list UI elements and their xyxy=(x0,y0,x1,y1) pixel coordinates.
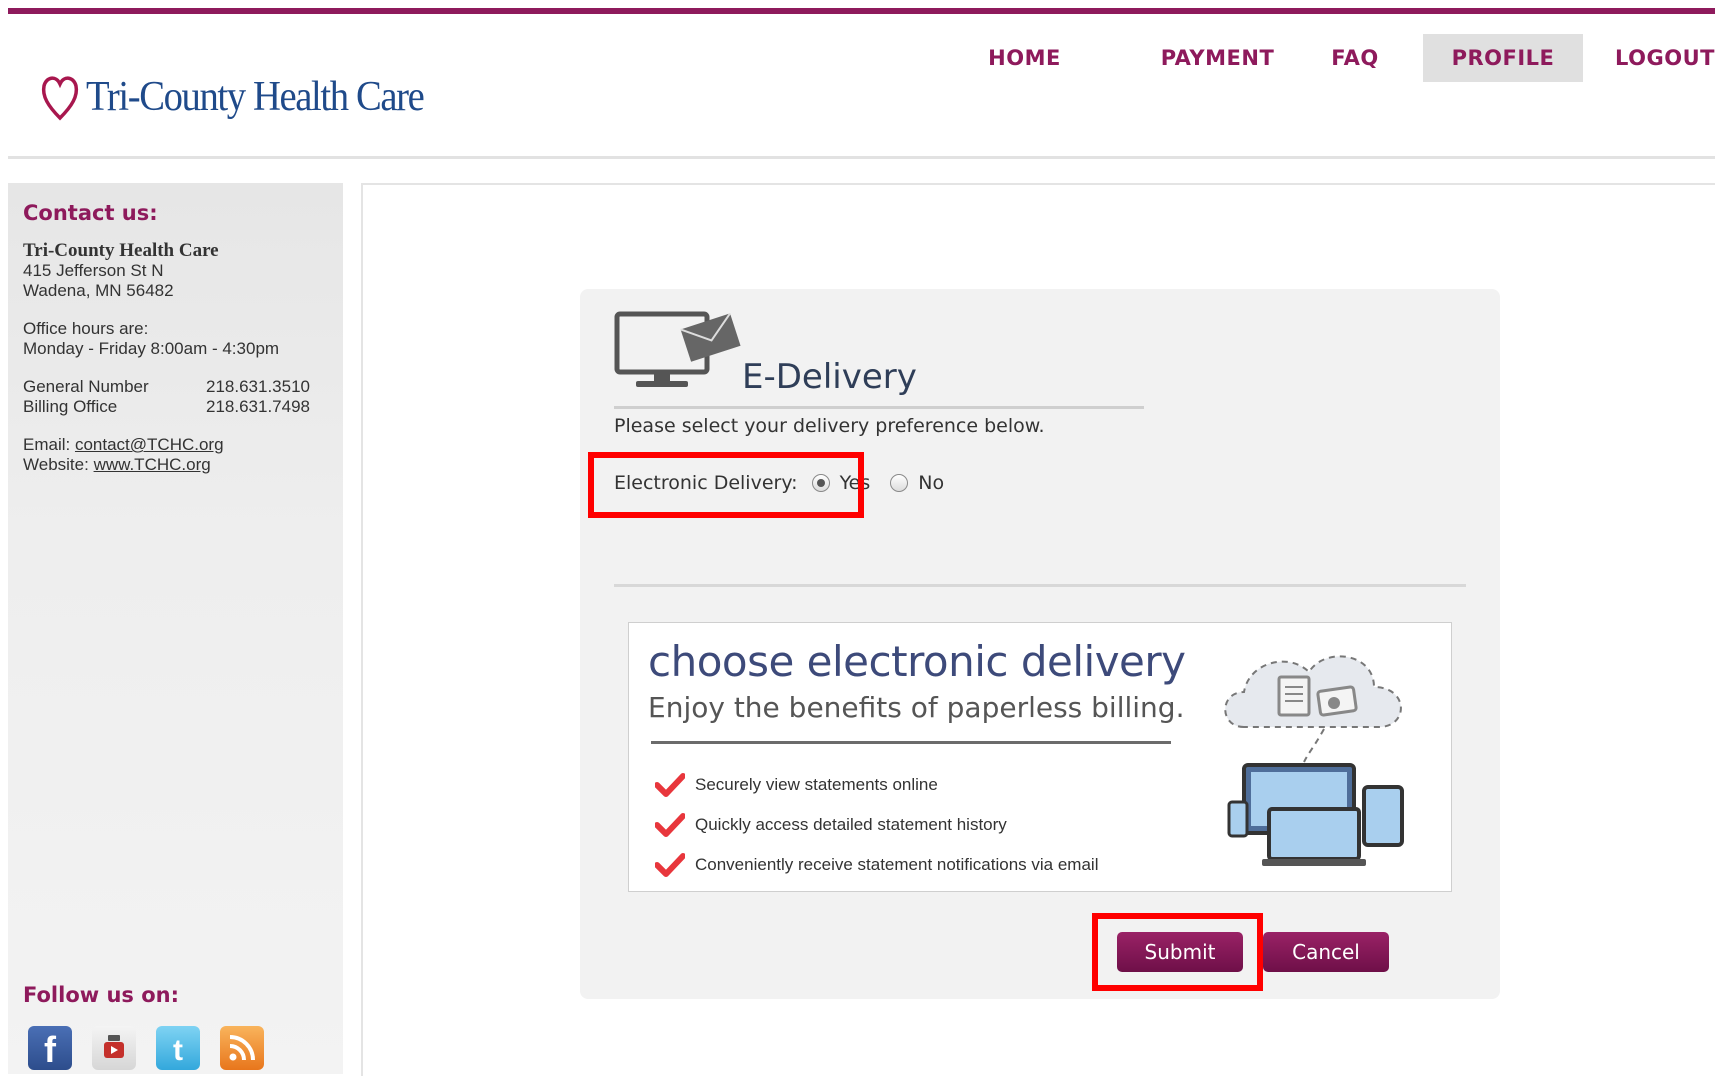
benefit-text: Securely view statements online xyxy=(695,775,938,794)
office-hours-value: Monday - Friday 8:00am - 4:30pm xyxy=(23,339,280,358)
contact-address-line1: 415 Jefferson St N xyxy=(23,261,164,280)
header-divider xyxy=(8,156,1715,159)
benefit-text: Quickly access detailed statement histor… xyxy=(695,815,1007,834)
follow-heading: Follow us on: xyxy=(23,983,179,1007)
nav-payment[interactable]: PAYMENT xyxy=(1145,34,1290,82)
promo-subtitle: Enjoy the benefits of paperless billing. xyxy=(648,691,1185,724)
checkmark-icon xyxy=(655,813,685,837)
list-item: Quickly access detailed statement histor… xyxy=(655,805,1098,845)
nav-home[interactable]: HOME xyxy=(962,34,1087,82)
promo-underline xyxy=(651,741,1171,744)
phone-row-general: General Number 218.631.3510 xyxy=(23,377,333,397)
svg-text:f: f xyxy=(44,1029,57,1070)
email-label: Email: xyxy=(23,435,71,454)
main-nav: HOME PAYMENT FAQ PROFILE LOGOUT xyxy=(0,34,1715,82)
youtube-icon[interactable] xyxy=(92,1026,136,1070)
submit-button[interactable]: Submit xyxy=(1117,932,1243,972)
radio-no[interactable] xyxy=(890,474,909,492)
website-link[interactable]: www.TCHC.org xyxy=(94,455,211,474)
benefit-list: Securely view statements online Quickly … xyxy=(655,765,1098,885)
phone-label: General Number xyxy=(23,377,149,396)
electronic-delivery-row: Electronic Delivery: Yes No xyxy=(614,472,944,494)
checkmark-icon xyxy=(655,853,685,877)
cancel-button[interactable]: Cancel xyxy=(1263,932,1389,972)
rss-icon[interactable] xyxy=(220,1026,264,1070)
edelivery-title: E-Delivery xyxy=(742,357,917,397)
email-row: Email: contact@TCHC.org xyxy=(23,435,333,455)
office-hours-label: Office hours are: xyxy=(23,319,149,338)
svg-text:t: t xyxy=(173,1034,183,1067)
nav-profile[interactable]: PROFILE xyxy=(1423,34,1583,82)
website-row: Website: www.TCHC.org xyxy=(23,455,333,475)
promo-banner: choose electronic delivery Enjoy the ben… xyxy=(628,622,1452,892)
delivery-instruction: Please select your delivery preference b… xyxy=(614,415,1045,437)
phone-value: 218.631.7498 xyxy=(206,397,310,416)
contact-org-name: Tri-County Health Care xyxy=(23,240,219,261)
checkmark-icon xyxy=(655,773,685,797)
phone-value: 218.631.3510 xyxy=(206,377,310,396)
nav-logout[interactable]: LOGOUT xyxy=(1607,34,1715,82)
list-item: Securely view statements online xyxy=(655,765,1098,805)
radio-no-label[interactable]: No xyxy=(918,472,944,494)
facebook-icon[interactable]: f xyxy=(28,1026,72,1070)
contact-details: Tri-County Health Care 415 Jefferson St … xyxy=(23,241,333,475)
sidebar: Contact us: Tri-County Health Care 415 J… xyxy=(8,183,343,1074)
contact-address-line2: Wadena, MN 56482 xyxy=(23,281,174,300)
cloud-devices-illustration xyxy=(1224,655,1404,866)
phone-label: Billing Office xyxy=(23,397,118,416)
section-separator xyxy=(614,584,1466,587)
header: Tri-County Health Care HOME PAYMENT FAQ … xyxy=(0,14,1715,157)
electronic-delivery-label: Electronic Delivery: xyxy=(614,472,798,494)
email-link[interactable]: contact@TCHC.org xyxy=(75,435,224,454)
benefit-text: Conveniently receive statement notificat… xyxy=(695,855,1099,874)
list-item: Conveniently receive statement notificat… xyxy=(655,845,1098,885)
social-links: f t xyxy=(28,1026,264,1070)
monitor-envelope-icon xyxy=(614,311,741,387)
nav-faq[interactable]: FAQ xyxy=(1315,34,1395,82)
radio-yes-label[interactable]: Yes xyxy=(840,472,871,494)
title-underline xyxy=(614,406,1144,409)
website-label: Website: xyxy=(23,455,89,474)
radio-yes[interactable] xyxy=(811,474,830,492)
phone-row-billing: Billing Office 218.631.7498 xyxy=(23,397,333,417)
promo-title: choose electronic delivery xyxy=(648,637,1186,686)
twitter-icon[interactable]: t xyxy=(156,1026,200,1070)
edelivery-panel: E-Delivery Please select your delivery p… xyxy=(580,289,1500,999)
contact-heading: Contact us: xyxy=(23,201,158,225)
